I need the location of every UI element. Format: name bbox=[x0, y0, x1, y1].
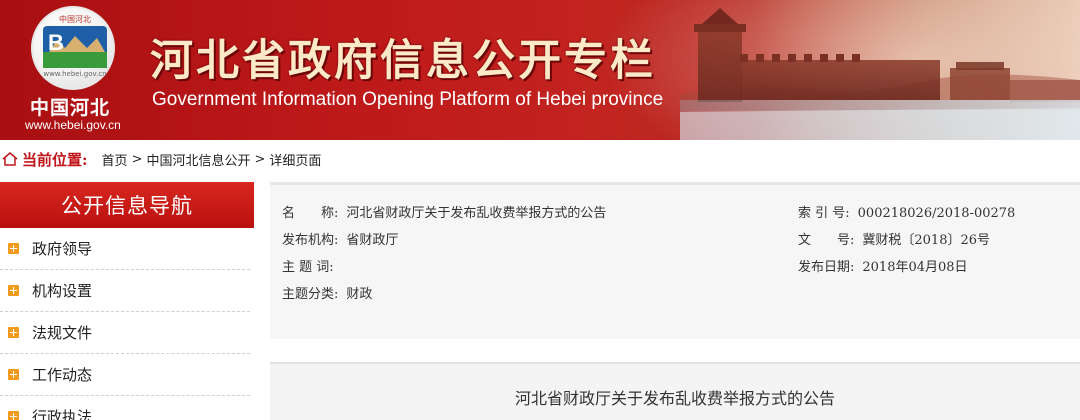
meta-name-label: 名 称: bbox=[282, 206, 339, 221]
meta-category-row: 主题分类: 财政 bbox=[282, 283, 372, 302]
plus-bullet-icon bbox=[8, 411, 19, 420]
meta-category-label: 主题分类: bbox=[282, 287, 339, 302]
breadcrumb-current: 详细页面 bbox=[269, 153, 322, 169]
nav-item-label: 法规文件 bbox=[32, 324, 93, 342]
hebei-logo-mark: B bbox=[43, 26, 107, 68]
meta-date-row: 发布日期: 2018年04月08日 bbox=[798, 256, 968, 275]
plus-bullet-icon bbox=[8, 243, 19, 254]
nav-item-news[interactable]: 工作动态 bbox=[0, 354, 250, 396]
meta-org-row: 发布机构: 省财政厅 bbox=[282, 229, 398, 248]
svg-text:B: B bbox=[48, 30, 64, 55]
meta-date-label: 发布日期: bbox=[798, 260, 855, 275]
nav-item-label: 工作动态 bbox=[32, 366, 93, 384]
page-title: 河北省政府信息公开专栏 bbox=[150, 36, 656, 86]
site-url[interactable]: www.hebei.gov.cn bbox=[25, 118, 121, 132]
header-banner: 中国河北 B www.hebei.gov.cn 中国河北 www.hebei.g… bbox=[0, 0, 1080, 140]
meta-category-value: 财政 bbox=[346, 287, 373, 302]
meta-docno-label: 文 号: bbox=[798, 233, 855, 248]
meta-index-label: 索 引 号: bbox=[798, 206, 850, 221]
breadcrumb-separator: > bbox=[131, 151, 143, 167]
nav-item-label: 机构设置 bbox=[32, 282, 93, 300]
site-name: 中国河北 bbox=[30, 97, 111, 119]
meta-index-row: 索 引 号: 000218026/2018-00278 bbox=[798, 202, 1015, 221]
plus-bullet-icon bbox=[8, 369, 19, 380]
logo-top-text: 中国河北 bbox=[59, 15, 91, 24]
nav-item-organization[interactable]: 机构设置 bbox=[0, 270, 250, 312]
plus-bullet-icon bbox=[8, 327, 19, 338]
breadcrumb-home-link[interactable]: 首页 bbox=[102, 150, 128, 169]
meta-org-label: 发布机构: bbox=[282, 233, 339, 248]
logo-bottom-text: www.hebei.gov.cn bbox=[43, 70, 107, 78]
nav-title: 公开信息导航 bbox=[0, 182, 254, 228]
breadcrumb: 当前位置: 首页 > 中国河北信息公开 > 详细页面 bbox=[0, 140, 1080, 178]
meta-subject-label: 主 题 词: bbox=[282, 260, 334, 275]
nav-list: 政府领导 机构设置 法规文件 工作动态 行政执法 bbox=[0, 228, 254, 420]
nav-item-leaders[interactable]: 政府领导 bbox=[0, 228, 250, 270]
home-icon bbox=[2, 152, 18, 166]
meta-date-value: 2018年04月08日 bbox=[862, 260, 968, 275]
meta-subject-row: 主 题 词: bbox=[282, 256, 342, 275]
nav-item-regulations[interactable]: 法规文件 bbox=[0, 312, 250, 354]
meta-name-row: 名 称: 河北省财政厅关于发布乱收费举报方式的公告 bbox=[282, 202, 606, 221]
document-title: 河北省财政厅关于发布乱收费举报方式的公告 bbox=[514, 389, 835, 408]
breadcrumb-info-link[interactable]: 中国河北信息公开 bbox=[146, 150, 250, 169]
nav-item-label: 行政执法 bbox=[32, 408, 93, 420]
site-logo[interactable]: 中国河北 B www.hebei.gov.cn bbox=[31, 6, 115, 90]
meta-docno-value: 冀财税〔2018〕26号 bbox=[862, 233, 991, 248]
nav-item-label: 政府领导 bbox=[32, 240, 93, 258]
great-wall-illustration bbox=[680, 8, 1080, 140]
nav-item-enforcement[interactable]: 行政执法 bbox=[0, 396, 250, 420]
meta-docno-row: 文 号: 冀财税〔2018〕26号 bbox=[798, 229, 990, 248]
document-metadata: 名 称: 河北省财政厅关于发布乱收费举报方式的公告 发布机构: 省财政厅 主 题 词… bbox=[270, 182, 1080, 339]
breadcrumb-label: 当前位置: bbox=[22, 150, 88, 169]
meta-index-value: 000218026/2018-00278 bbox=[857, 206, 1016, 221]
plus-bullet-icon bbox=[8, 285, 19, 296]
meta-org-value: 省财政厅 bbox=[346, 233, 399, 248]
document-body: 河北省财政厅关于发布乱收费举报方式的公告 bbox=[270, 362, 1080, 420]
breadcrumb-separator: > bbox=[254, 151, 266, 167]
page-subtitle-en: Government Information Opening Platform … bbox=[152, 89, 664, 110]
meta-name-value: 河北省财政厅关于发布乱收费举报方式的公告 bbox=[346, 206, 607, 221]
left-navigation: 公开信息导航 政府领导 机构设置 法规文件 工作动态 行政执法 bbox=[0, 182, 254, 420]
